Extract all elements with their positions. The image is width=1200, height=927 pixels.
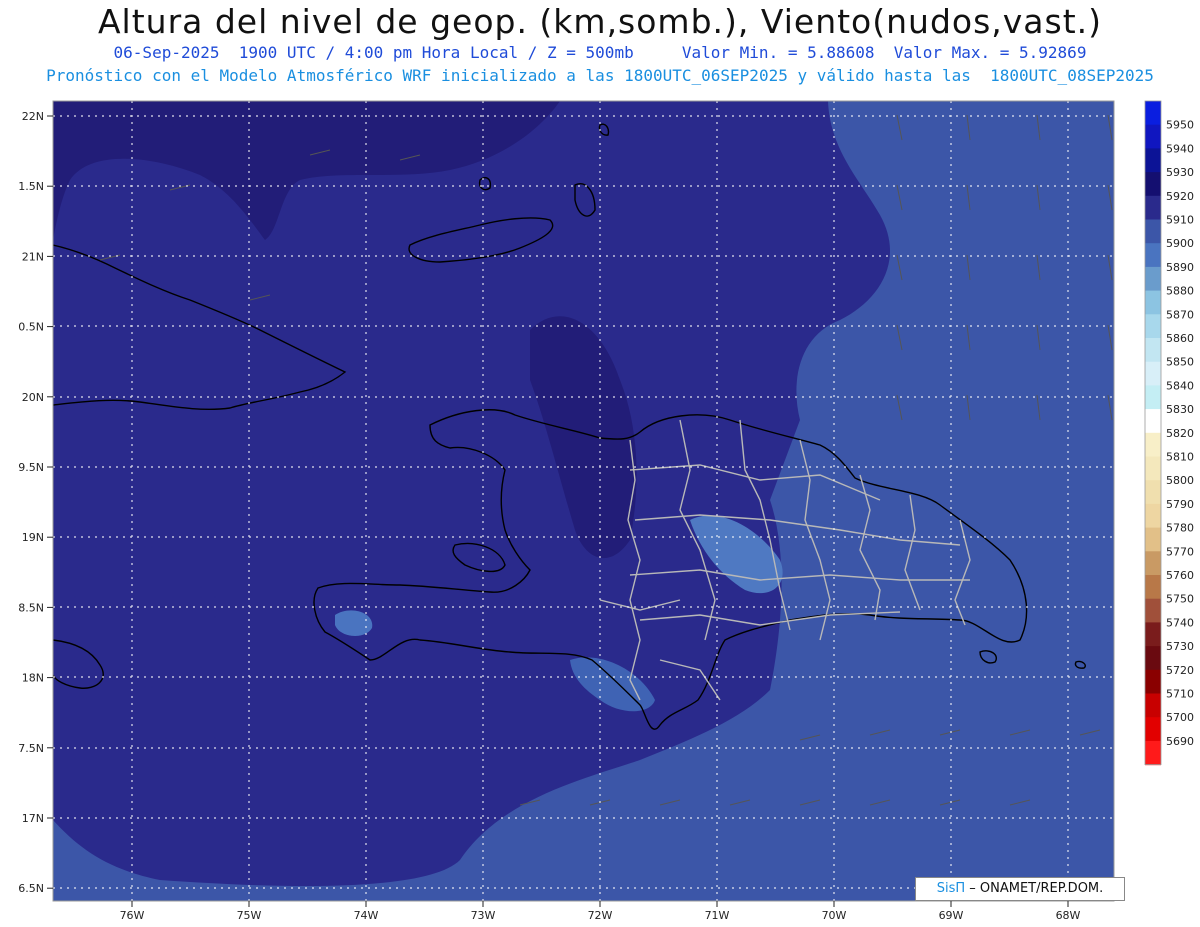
colorbar-label: 5770 (1166, 545, 1194, 558)
colorbar-label: 5950 (1166, 119, 1194, 132)
colorbar-label: 5850 (1166, 356, 1194, 369)
colorbar-swatch (1145, 385, 1161, 410)
colorbar-swatch (1145, 646, 1161, 671)
lon-label: 73W (471, 909, 496, 922)
lon-label: 74W (354, 909, 379, 922)
map-field (53, 101, 1114, 901)
colorbar-label: 5690 (1166, 735, 1194, 748)
lon-label: 76W (120, 909, 145, 922)
lat-label: 21N (22, 250, 44, 263)
colorbar-swatch (1145, 338, 1161, 363)
colorbar-swatch (1145, 172, 1161, 197)
colorbar: 5950 5940 5930 5920 5910 5900 5890 5880 5870 5860… (1144, 100, 1194, 766)
lon-label: 71W (705, 909, 730, 922)
colorbar-swatch (1145, 598, 1161, 623)
colorbar-swatch (1145, 503, 1161, 529)
credit-box: SisΠ – ONAMET/REP.DOM. (915, 877, 1125, 901)
colorbar-label: 5890 (1166, 261, 1194, 274)
colorbar-label: 5840 (1166, 379, 1194, 392)
lat-label: 7.5N (18, 742, 44, 755)
colorbar-swatch (1145, 148, 1161, 173)
lat-label: 8.5N (18, 601, 44, 614)
colorbar-swatch (1145, 740, 1161, 766)
colorbar-label: 5830 (1166, 403, 1194, 416)
lat-label: 17N (22, 812, 44, 825)
colorbar-swatch (1145, 409, 1161, 434)
colorbar-swatch (1145, 480, 1161, 505)
colorbar-label: 5710 (1166, 688, 1194, 701)
colorbar-swatch (1145, 622, 1161, 647)
longitude-axis: 76W 75W 74W 73W 72W 71W 70W 69W 68W (120, 901, 1081, 922)
colorbar-swatch (1145, 361, 1161, 386)
colorbar-swatch (1145, 551, 1161, 576)
colorbar-label: 5750 (1166, 593, 1194, 606)
colorbar-swatch (1145, 290, 1161, 315)
colorbar-label: 5900 (1166, 237, 1194, 250)
lat-label: 9.5N (18, 461, 44, 474)
colorbar-label: 5780 (1166, 522, 1194, 535)
colorbar-swatch (1145, 124, 1161, 149)
colorbar-swatch (1145, 456, 1161, 481)
geopotential-map: 22N 1.5N 21N 0.5N 20N 9.5N 19N 8.5N 18N 7.5N 17N 6.… (18, 100, 1194, 922)
credit-brand: SisΠ (936, 881, 966, 896)
colorbar-swatch (1145, 195, 1161, 221)
colorbar-swatch (1145, 266, 1161, 292)
colorbar-swatch (1145, 693, 1161, 718)
colorbar-swatch (1145, 669, 1161, 695)
colorbar-label: 5720 (1166, 664, 1194, 677)
colorbar-swatch (1145, 314, 1161, 339)
lon-label: 69W (939, 909, 964, 922)
lat-label: 18N (22, 672, 44, 685)
latitude-axis: 22N 1.5N 21N 0.5N 20N 9.5N 19N 8.5N 18N 7.5N 17N 6.… (18, 110, 53, 895)
colorbar-swatch (1145, 575, 1161, 600)
colorbar-swatch (1145, 432, 1161, 458)
colorbar-label: 5820 (1166, 427, 1194, 440)
lat-label: 22N (22, 110, 44, 123)
colorbar-swatch (1145, 101, 1161, 126)
lat-label: 19N (22, 531, 44, 544)
colorbar-swatch (1145, 243, 1161, 268)
lat-label: 1.5N (18, 180, 44, 193)
colorbar-label: 5910 (1166, 214, 1194, 227)
credit-text: – ONAMET/REP.DOM. (965, 881, 1104, 896)
colorbar-label: 5880 (1166, 285, 1194, 298)
colorbar-swatch (1145, 717, 1161, 742)
colorbar-label: 5940 (1166, 142, 1194, 155)
lon-label: 70W (822, 909, 847, 922)
lat-label: 0.5N (18, 321, 44, 334)
colorbar-label: 5810 (1166, 451, 1194, 464)
lon-label: 72W (588, 909, 613, 922)
colorbar-label: 5930 (1166, 166, 1194, 179)
lat-label: 20N (22, 391, 44, 404)
colorbar-label: 5800 (1166, 474, 1194, 487)
colorbar-label: 5870 (1166, 308, 1194, 321)
colorbar-label: 5860 (1166, 332, 1194, 345)
colorbar-swatch (1145, 219, 1161, 244)
lon-label: 68W (1056, 909, 1081, 922)
colorbar-label: 5790 (1166, 498, 1194, 511)
colorbar-label: 5760 (1166, 569, 1194, 582)
colorbar-label: 5700 (1166, 711, 1194, 724)
colorbar-swatch (1145, 527, 1161, 552)
colorbar-label: 5920 (1166, 190, 1194, 203)
colorbar-label: 5740 (1166, 616, 1194, 629)
lat-label: 6.5N (18, 882, 44, 895)
colorbar-label: 5730 (1166, 640, 1194, 653)
lon-label: 75W (237, 909, 262, 922)
